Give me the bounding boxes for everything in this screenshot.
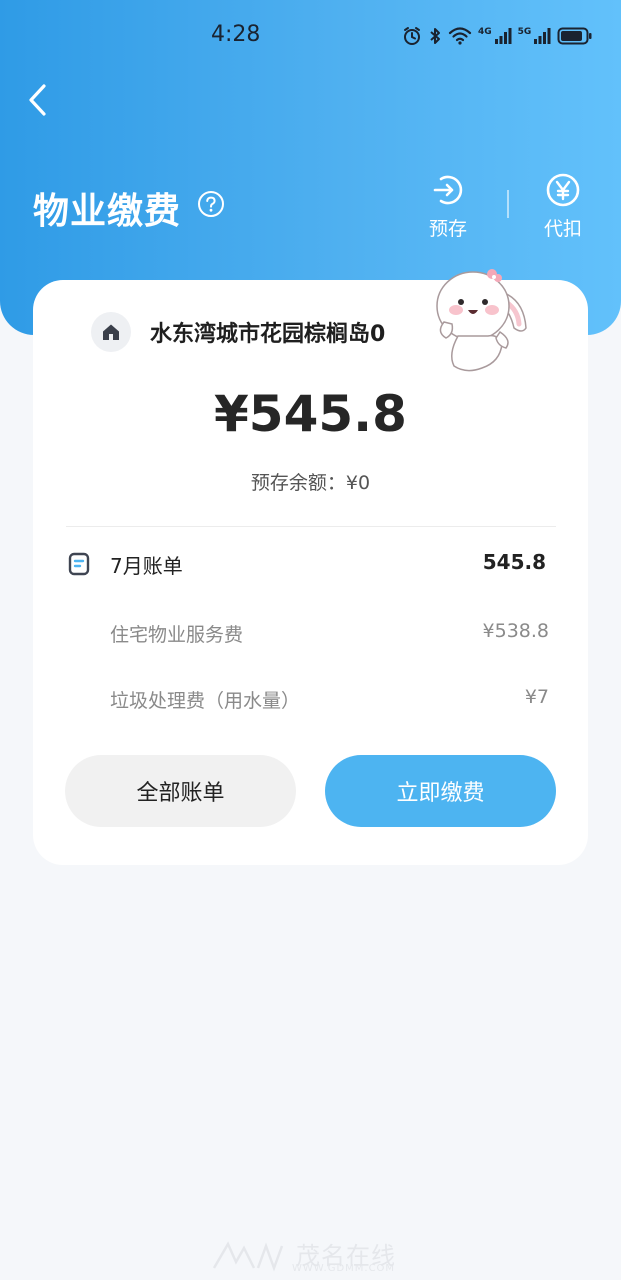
network-label-4g: 4G	[478, 27, 492, 37]
house-icon-wrap	[91, 312, 131, 352]
total-amount: ¥545.8	[214, 385, 407, 443]
help-icon[interactable]	[197, 190, 225, 218]
fee-item-name: 住宅物业服务费	[110, 624, 244, 646]
signal-icon	[534, 28, 551, 44]
status-bar: 4:28 4G 5G	[0, 0, 621, 70]
watermark: 茂名在线 WWW.GDMM.COM	[210, 1236, 410, 1276]
auto-deduct-label: 代扣	[543, 218, 582, 240]
prestore-button[interactable]: 预存	[415, 172, 481, 241]
arrow-right-circle-icon	[433, 175, 463, 205]
balance-label: 预存余额：	[250, 472, 346, 494]
house-icon	[103, 324, 119, 340]
status-icons: 4G 5G	[402, 22, 593, 50]
watermark-url: WWW.GDMM.COM	[292, 1263, 396, 1274]
bill-month-title[interactable]: 7月账单	[110, 550, 183, 579]
card-divider	[66, 526, 556, 527]
header-divider	[507, 190, 509, 218]
bill-document-icon	[68, 552, 90, 576]
pay-now-button[interactable]: 立即缴费	[325, 755, 556, 827]
back-button[interactable]	[18, 78, 58, 122]
signal-icon	[494, 28, 512, 44]
network-label-5g: 5G	[517, 27, 532, 37]
battery-icon	[557, 27, 592, 45]
property-address[interactable]: 水东湾城市花园棕榈岛0	[150, 316, 425, 348]
fee-item-name: 垃圾处理费（用水量）	[110, 690, 301, 712]
prestore-label: 预存	[428, 218, 467, 240]
status-time: 4:28	[211, 22, 261, 47]
fee-item-amount: ¥7	[524, 686, 549, 708]
bill-month-amount: 545.8	[482, 550, 546, 574]
bill-card: 水东湾城市花园棕榈岛0 ¥545.8 预存余额：¥0 7月账单 545.8 住宅…	[33, 269, 588, 865]
balance-value: ¥0	[345, 472, 371, 494]
all-bills-button[interactable]: 全部账单	[65, 755, 296, 827]
wifi-icon	[448, 27, 472, 45]
watermark-logo-icon	[212, 1241, 284, 1272]
alarm-icon	[404, 27, 420, 45]
bluetooth-icon	[430, 28, 440, 44]
bunny-sticker	[436, 269, 527, 372]
yen-circle-icon	[546, 173, 580, 207]
chevron-left-icon	[29, 84, 46, 116]
page-title: 物业缴费	[33, 191, 182, 232]
auto-deduct-button[interactable]: 代扣	[530, 172, 596, 241]
prestore-balance: 预存余额：¥0	[33, 468, 588, 495]
fee-item-amount: ¥538.8	[482, 620, 549, 642]
